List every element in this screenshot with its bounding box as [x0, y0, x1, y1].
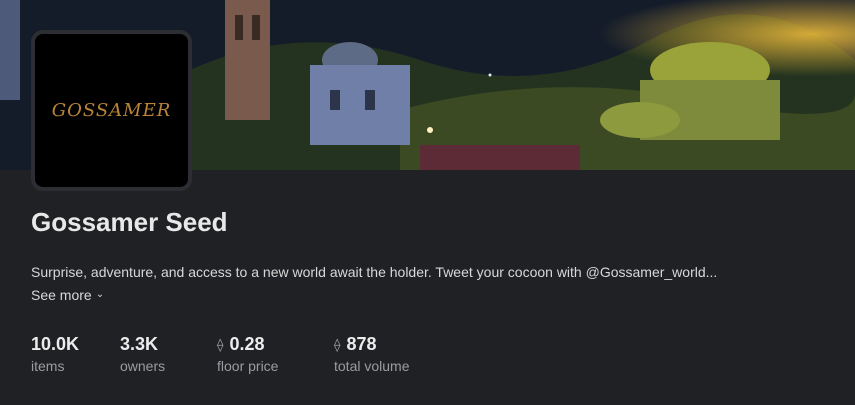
see-more-button[interactable]: See more ⌄: [31, 287, 104, 303]
stat-value: 3.3K: [120, 334, 159, 354]
stat-label: floor price: [217, 358, 279, 374]
stat-label: total volume: [334, 358, 410, 374]
stat-owners: 3.3K owners: [120, 334, 165, 374]
stat-total-volume: ⟠ 878 total volume: [334, 334, 409, 374]
see-more-label: See more: [31, 287, 92, 303]
collection-avatar[interactable]: GOSSAMER: [31, 30, 192, 191]
stat-items: 10.0K items: [31, 334, 79, 374]
collection-title: Gossamer Seed: [31, 207, 228, 237]
eth-icon: ⟠: [334, 336, 341, 352]
gossamer-logo: GOSSAMER: [51, 100, 172, 121]
stat-value: 10.0K: [31, 334, 80, 354]
stat-floor-price: ⟠ 0.28 floor price: [217, 334, 278, 374]
eth-icon: ⟠: [217, 336, 224, 352]
collection-description: Surprise, adventure, and access to a new…: [31, 264, 718, 280]
stat-value: 0.28: [229, 334, 265, 354]
stat-value: 878: [346, 334, 377, 354]
stat-label: items: [31, 358, 65, 374]
chevron-down-icon: ⌄: [95, 288, 105, 300]
stat-label: owners: [120, 358, 166, 374]
